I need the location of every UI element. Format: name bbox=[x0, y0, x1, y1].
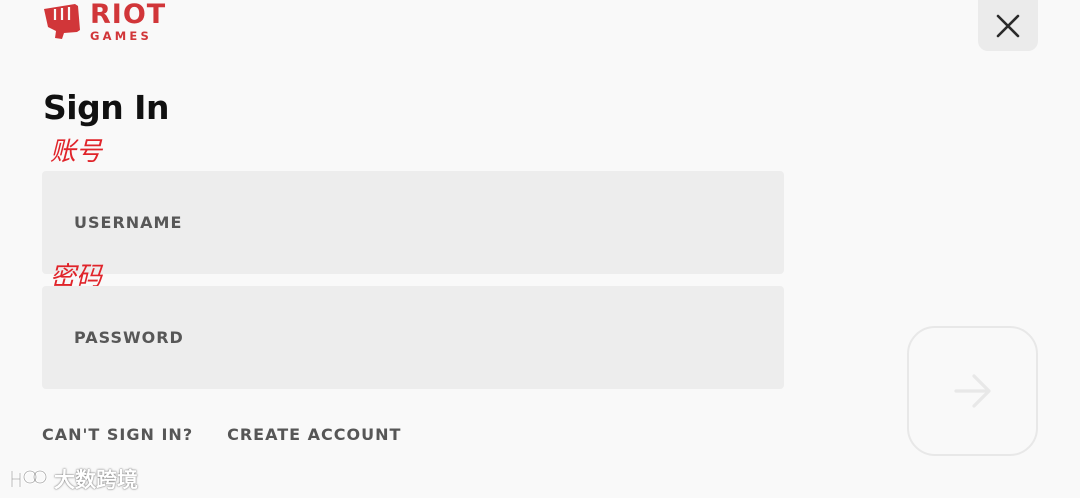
account-annotation: 账号 bbox=[50, 137, 103, 167]
close-icon bbox=[996, 14, 1020, 37]
cant-sign-in-link[interactable]: CAN'T SIGN IN? bbox=[42, 425, 193, 444]
password-input[interactable] bbox=[74, 286, 784, 389]
logo-riot-text: RIOT bbox=[90, 0, 167, 30]
username-input[interactable] bbox=[74, 171, 784, 274]
logo-games-text: GAMES bbox=[90, 29, 152, 43]
page-title: Sign In bbox=[43, 88, 169, 127]
riot-games-logo: RIOT GAMES bbox=[42, 0, 174, 44]
username-field-container[interactable] bbox=[42, 171, 784, 274]
password-field-container[interactable] bbox=[42, 286, 784, 389]
watermark: 大数跨境 bbox=[8, 464, 138, 494]
create-account-link[interactable]: CREATE ACCOUNT bbox=[227, 425, 401, 444]
submit-button[interactable] bbox=[907, 326, 1038, 456]
account-links: CAN'T SIGN IN? CREATE ACCOUNT bbox=[42, 425, 401, 444]
arrow-right-icon bbox=[953, 374, 991, 408]
riot-fist-icon bbox=[44, 4, 80, 39]
watermark-text: 大数跨境 bbox=[54, 468, 138, 492]
close-button[interactable] bbox=[978, 0, 1038, 51]
watermark-logo-icon bbox=[10, 469, 48, 487]
